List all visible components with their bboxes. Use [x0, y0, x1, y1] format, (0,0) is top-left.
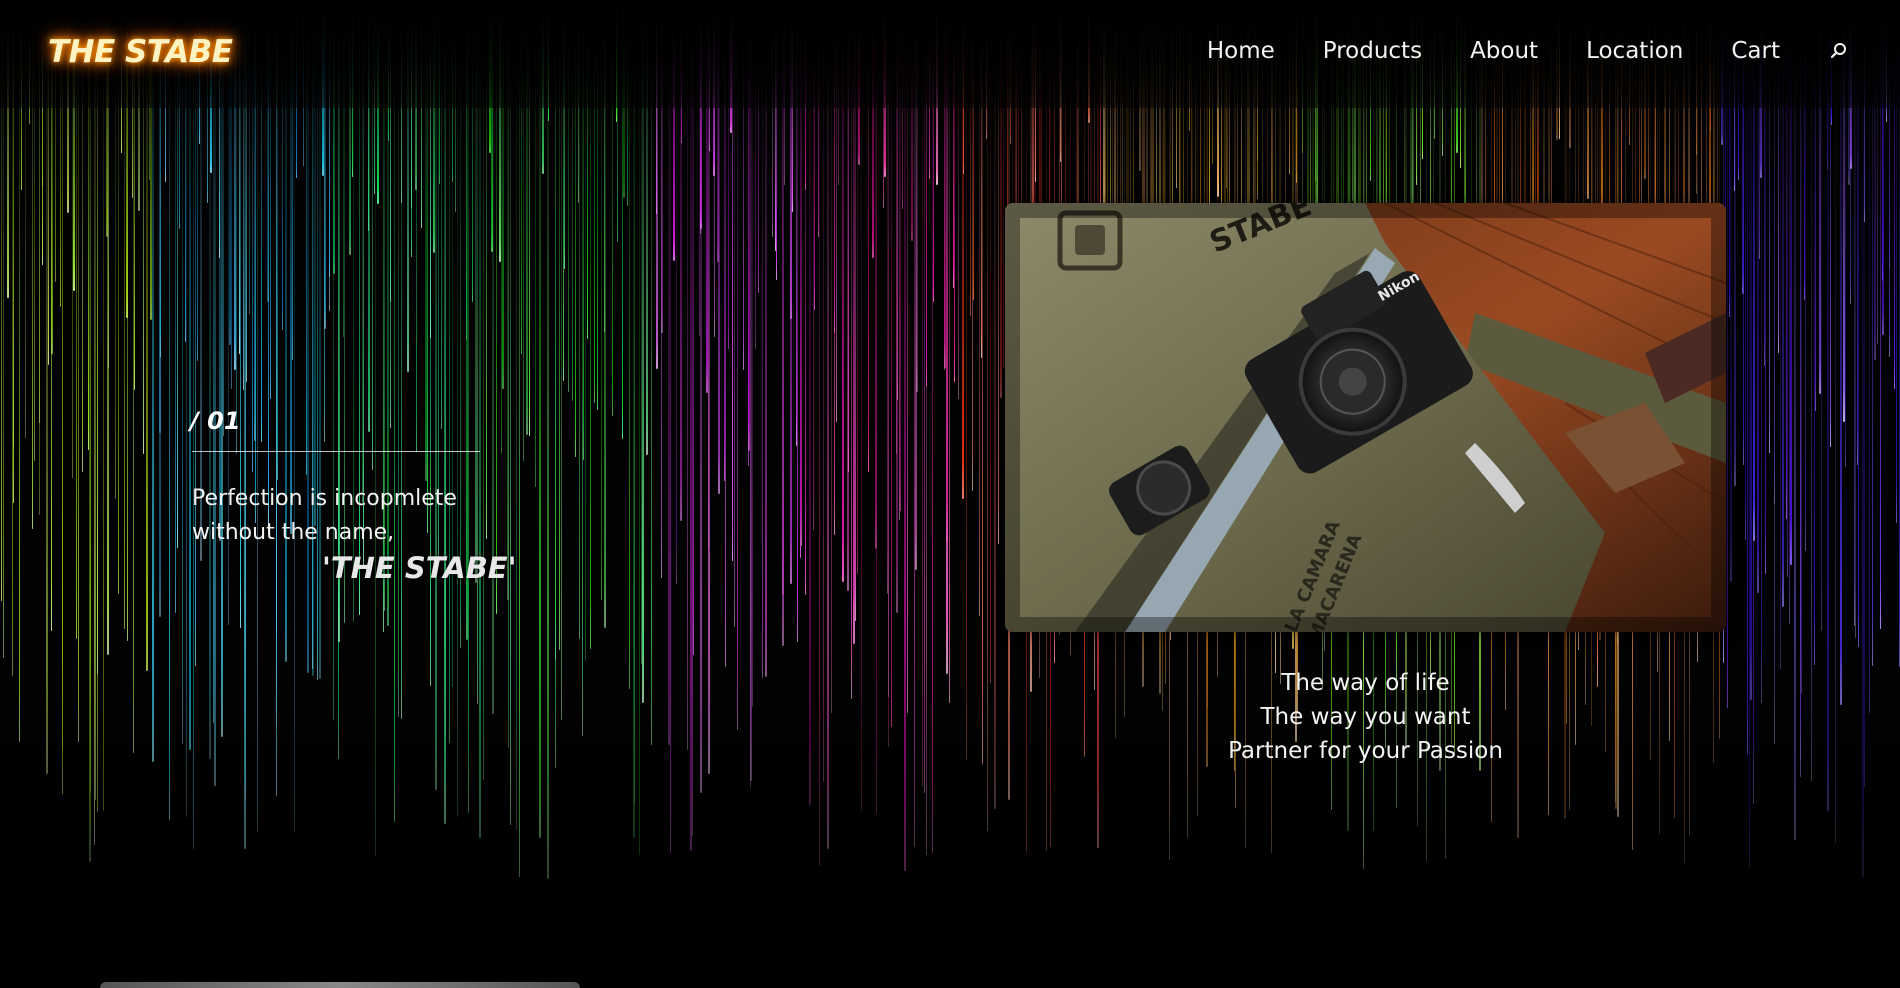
hero-tagline: Perfection is incopmlete without the nam…: [192, 482, 512, 550]
search-icon[interactable]: [1828, 40, 1850, 62]
site-header: THE STABE Home Products About Location C…: [0, 0, 1900, 108]
tagline-line-1: Perfection is incopmlete: [192, 486, 457, 511]
caption-line-2: The way you want: [1260, 704, 1471, 730]
slide-divider: [192, 451, 480, 452]
tagline-line-2: without the name,: [192, 520, 395, 545]
nav-item-cart[interactable]: Cart: [1731, 38, 1780, 64]
main-nav: Home Products About Location Cart: [1159, 38, 1850, 64]
photo-caption: The way of life The way you want Partner…: [1005, 666, 1726, 768]
page: THE STABE Home Products About Location C…: [0, 0, 1900, 988]
nav-item-products[interactable]: Products: [1323, 38, 1422, 64]
nav-item-home[interactable]: Home: [1207, 38, 1275, 64]
nav-item-location[interactable]: Location: [1586, 38, 1683, 64]
slide-number: / 01: [190, 407, 241, 435]
brand-quote: 'THE STABE': [322, 551, 517, 585]
caption-line-3: Partner for your Passion: [1228, 738, 1503, 764]
caption-line-1: The way of life: [1281, 670, 1450, 696]
next-section-edge: [100, 982, 580, 988]
nav-item-about[interactable]: About: [1470, 38, 1538, 64]
hero-photo-camera-bag: STABE Nikon LA CAMARA MACARENA: [1005, 203, 1726, 632]
site-logo[interactable]: THE STABE: [48, 34, 233, 70]
bottom-fade-overlay: [0, 608, 1900, 988]
